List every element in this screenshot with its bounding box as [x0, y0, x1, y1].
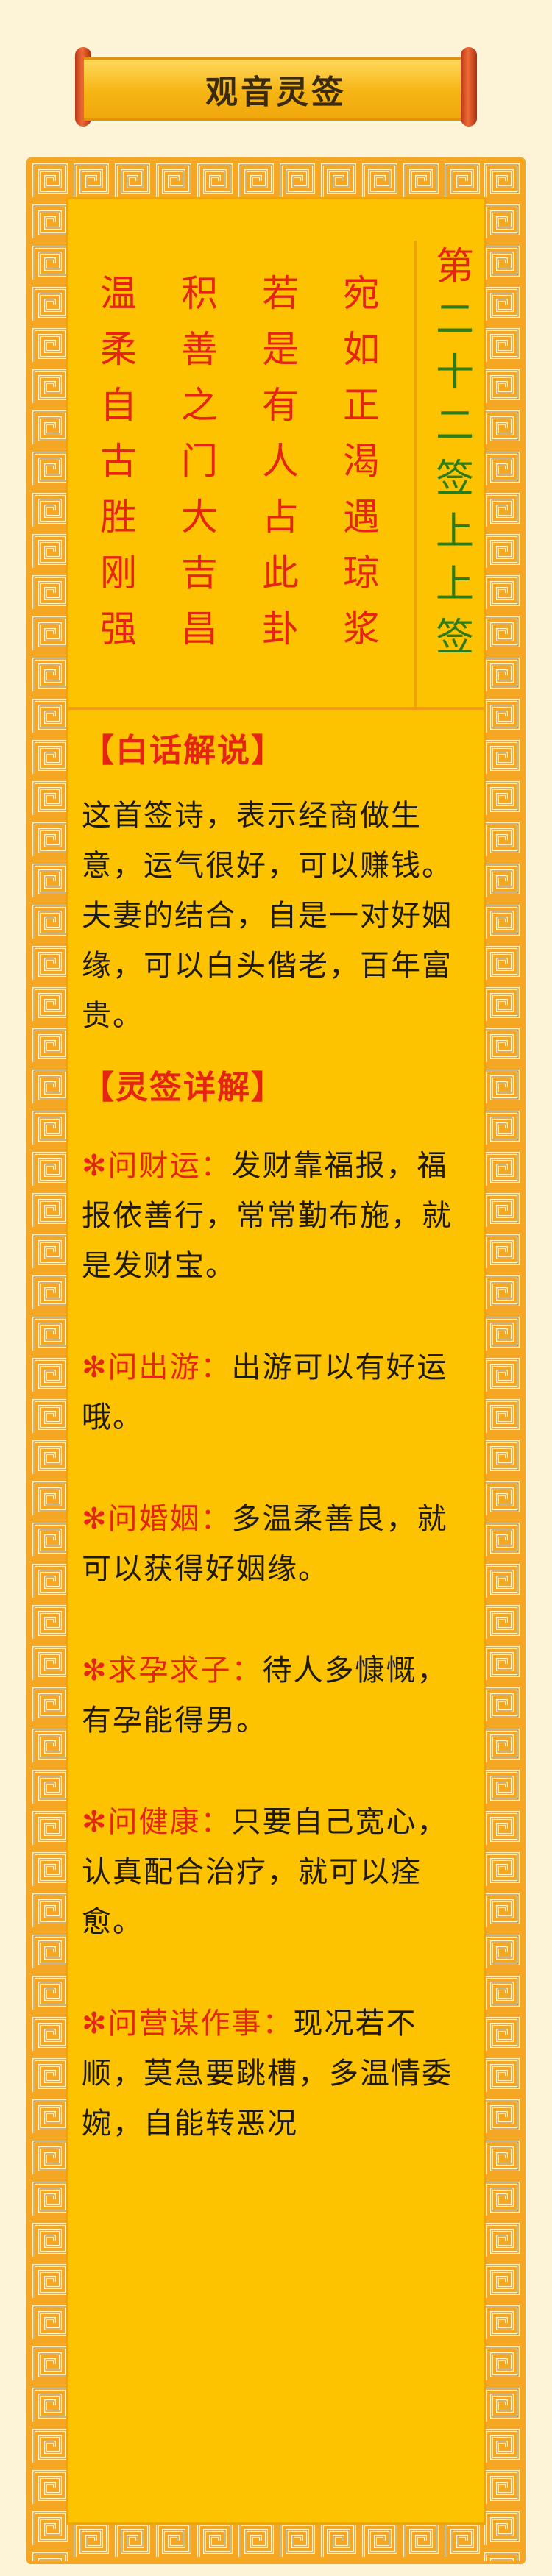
detail-question: 问财运： [107, 1149, 232, 1183]
poem-divider [414, 241, 417, 707]
title-scroll: 观音灵签 [75, 47, 477, 127]
sign-char: 签 [435, 616, 474, 660]
detail-heading: 【灵签详解】 [82, 1069, 285, 1106]
poem-column: 温柔自古胜刚强 [95, 266, 142, 677]
fret-border-bottom [29, 2520, 523, 2561]
plain-explanation-text: 这首签诗，表示经商做生意，运气很好，可以赚钱。夫妻的结合，自是一对好姻缘，可以白… [82, 799, 453, 1033]
detail-item: ✻问营谋作事：现况若不顺，莫急要跳槽，多温情委婉，自能转恶况 [82, 1999, 470, 2149]
poem-char: 积 [181, 272, 218, 315]
detail-item: ✻问财运：发财靠福报，福报依善行，常常勤布施，就是发财宝。 [82, 1141, 470, 1291]
detail-list: ✻问财运：发财靠福报，福报依善行，常常勤布施，就是发财宝。 ✻问出游：出游可以有好… [82, 1141, 470, 2149]
fret-border-right [481, 160, 523, 2561]
poem-verse: 宛如正渴遇琼浆若是有人占此卦积善之门大吉昌温柔自古胜刚强 [91, 266, 385, 677]
poem-char: 胜 [100, 496, 137, 538]
poem-column: 若是有人占此卦 [257, 266, 304, 677]
poem-char: 有 [262, 384, 299, 427]
sign-char: 第 [435, 245, 474, 289]
plain-explanation-heading: 【白话解说】 [82, 732, 285, 769]
poem-char: 如 [343, 328, 380, 371]
detail-question: 问婚姻： [107, 1502, 232, 1536]
poem-char: 强 [100, 608, 137, 650]
poem-char: 琼 [343, 552, 380, 594]
poem-char: 若 [262, 272, 299, 315]
sign-char: 二 [435, 404, 474, 448]
sign-char: 上 [435, 510, 474, 554]
detail-item: ✻求孕求子：待人多慷慨，有孕能得男。 [82, 1645, 470, 1746]
poem-char: 正 [343, 384, 380, 427]
poem-char: 大 [181, 496, 218, 538]
poem-column: 积善之门大吉昌 [176, 266, 223, 677]
sign-char: 二 [435, 298, 474, 342]
detail-question: 问出游： [107, 1351, 232, 1384]
asterisk-icon: ✻ [82, 1654, 108, 1687]
content-panel: 宛如正渴遇琼浆若是有人占此卦积善之门大吉昌温柔自古胜刚强 第二十二签上上签 【白… [66, 197, 486, 2525]
page-title: 观音灵签 [205, 74, 347, 111]
sign-char: 上 [435, 563, 474, 607]
sign-char: 十 [435, 351, 474, 395]
asterisk-icon: ✻ [82, 1149, 108, 1183]
poem-char: 善 [181, 328, 218, 371]
detail-question: 求孕求子： [107, 1654, 263, 1687]
detail-question: 问营谋作事： [107, 2007, 294, 2040]
detail-question: 问健康： [107, 1805, 232, 1839]
poem-char: 温 [100, 272, 137, 315]
asterisk-icon: ✻ [82, 1351, 108, 1384]
poem-char: 此 [262, 552, 299, 594]
title-banner: 观音灵签 [84, 57, 468, 121]
asterisk-icon: ✻ [82, 1805, 108, 1839]
detail-item: ✻问出游：出游可以有好运哦。 [82, 1342, 470, 1442]
fortune-frame: 宛如正渴遇琼浆若是有人占此卦积善之门大吉昌温柔自古胜刚强 第二十二签上上签 【白… [26, 157, 526, 2564]
poem-char: 昌 [181, 608, 218, 650]
poem-char: 门 [181, 440, 218, 483]
detail-item: ✻问健康：只要自己宽心，认真配合治疗，就可以痊愈。 [82, 1797, 470, 1947]
poem-column: 宛如正渴遇琼浆 [338, 266, 385, 677]
poem-char: 是 [262, 328, 299, 371]
scroll-rod-right [461, 47, 477, 127]
poem-section: 宛如正渴遇琼浆若是有人占此卦积善之门大吉昌温柔自古胜刚强 第二十二签上上签 [68, 199, 484, 710]
poem-char: 柔 [100, 328, 137, 371]
poem-char: 刚 [100, 552, 137, 594]
poem-char: 浆 [343, 608, 380, 650]
poem-char: 吉 [181, 552, 218, 594]
explanation-section: 【白话解说】 这首签诗，表示经商做生意，运气很好，可以赚钱。夫妻的结合，自是一对… [82, 727, 470, 2200]
poem-char: 人 [262, 440, 299, 483]
poem-char: 宛 [343, 272, 380, 315]
poem-char: 遇 [343, 496, 380, 538]
sign-char: 签 [435, 457, 474, 501]
sign-number: 第二十二签上上签 [425, 241, 485, 682]
detail-item: ✻问婚姻：多温柔善良，就可以获得好姻缘。 [82, 1494, 470, 1594]
poem-char: 古 [100, 440, 137, 483]
poem-char: 之 [181, 384, 218, 427]
fret-border-left [29, 160, 71, 2561]
asterisk-icon: ✻ [82, 2007, 108, 2040]
poem-char: 占 [262, 496, 299, 538]
poem-char: 自 [100, 384, 137, 427]
poem-char: 渴 [343, 440, 380, 483]
asterisk-icon: ✻ [82, 1502, 108, 1536]
fret-border-top [29, 160, 523, 202]
poem-char: 卦 [262, 608, 299, 650]
